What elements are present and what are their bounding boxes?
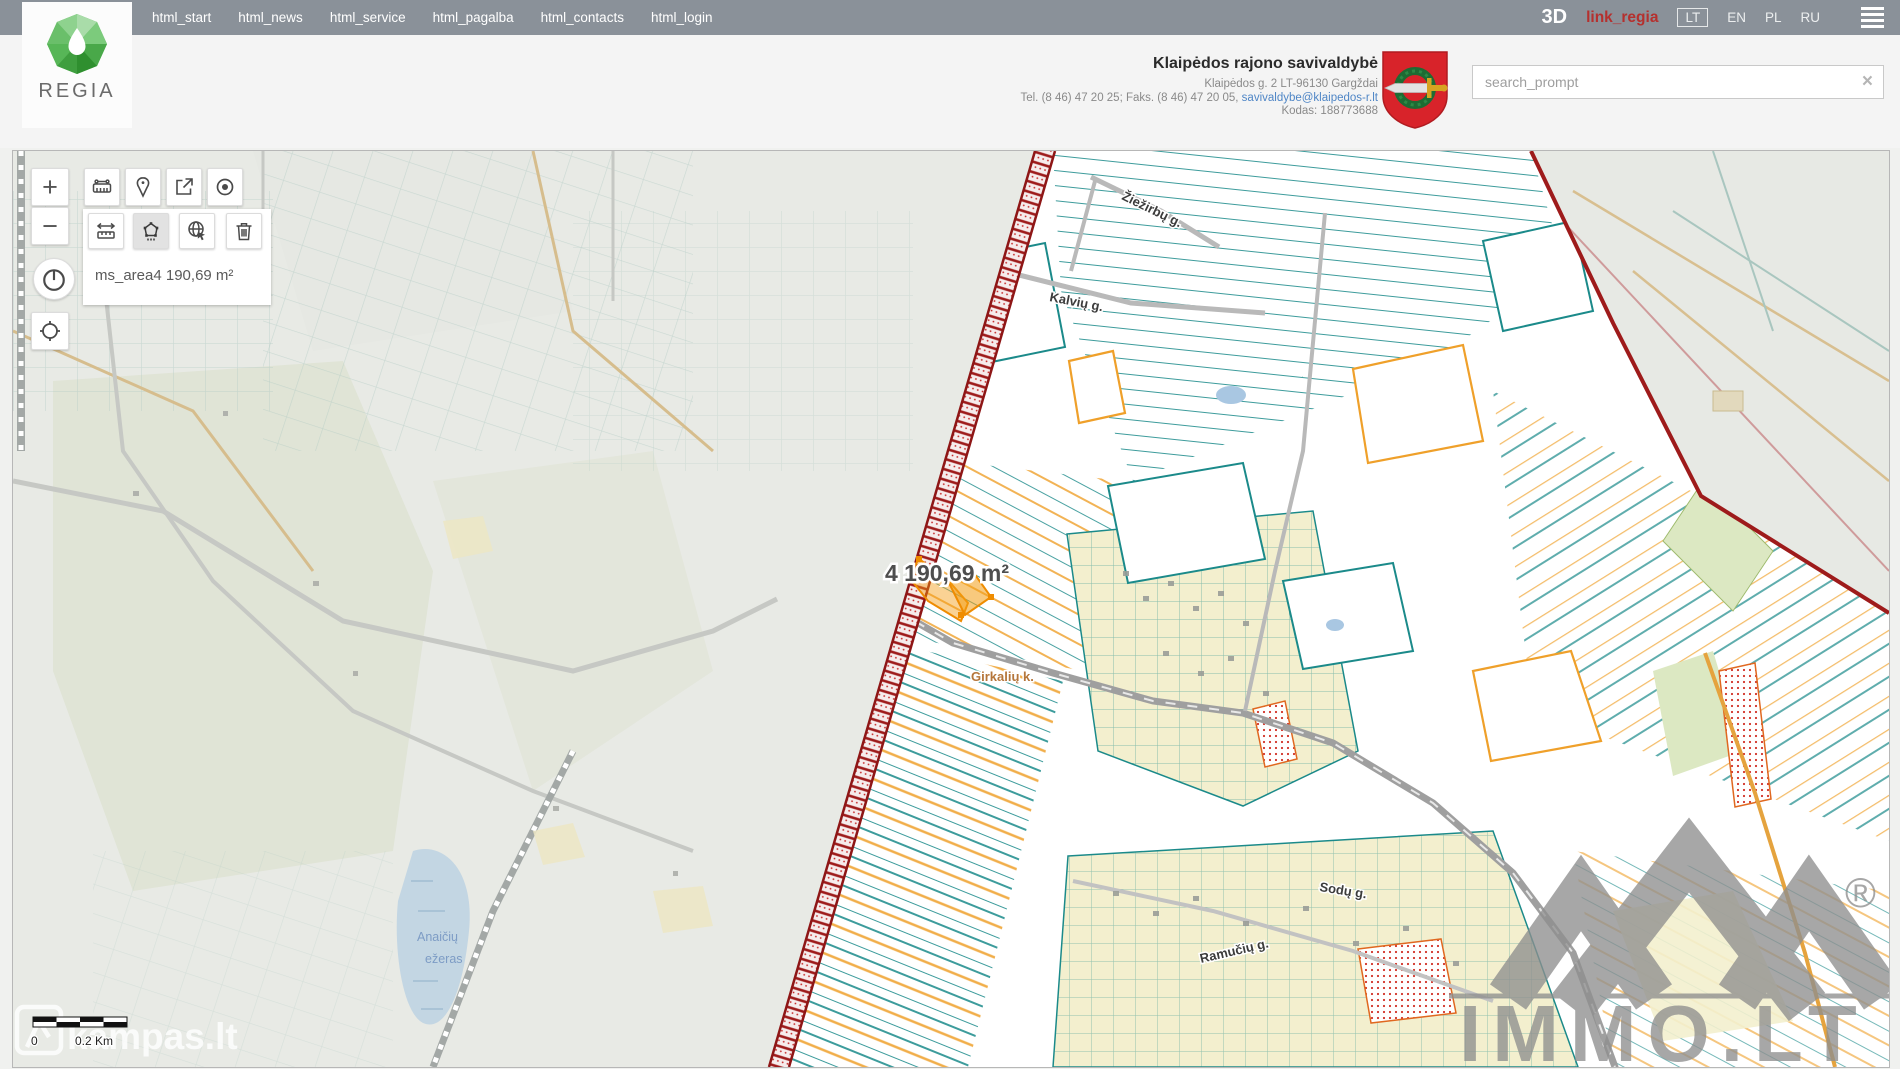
immolt-watermark-text: IMMO.LT [1459,989,1868,1067]
add-marker-button[interactable] [125,168,161,206]
map-pin-icon [131,175,155,199]
measure-tape-icon [90,175,114,199]
language-ru[interactable]: RU [1801,10,1821,25]
immolt-registered-mark: ® [1845,869,1876,916]
zoom-in-button[interactable]: + [31,168,69,206]
time-slider-button[interactable] [33,258,75,300]
nav-item-pagalba[interactable]: html_pagalba [433,10,514,25]
crosshair-icon [38,319,62,343]
nav-item-news[interactable]: html_news [238,10,303,25]
record-dot-icon [213,175,237,199]
lake-label-line2: ežeras [425,952,463,966]
hamburger-menu-icon[interactable] [1861,7,1884,28]
zoom-out-button[interactable]: − [31,207,69,245]
measurement-panel: ms_area4 190,69 m² [83,209,271,305]
locate-me-button[interactable] [31,312,69,350]
municipality-contacts: Tel. (8 46) 47 20 25; Faks. (8 46) 47 20… [1020,92,1378,106]
nav-menu: html_start html_news html_service html_p… [152,0,713,35]
trash-icon [232,219,256,243]
language-en[interactable]: EN [1727,10,1746,25]
top-navbar: html_start html_news html_service html_p… [0,0,1900,35]
pick-point-button[interactable] [207,168,243,206]
nav-item-contacts[interactable]: html_contacts [541,10,624,25]
scale-end-label: 0.2 Km [75,1034,113,1048]
clock-icon [41,266,67,292]
search-box: × [1472,65,1884,99]
map-canvas[interactable]: 4 190,69 m² Žiežirbų g. Kalvių g. Girkal… [13,151,1889,1067]
nav-item-login[interactable]: html_login [651,10,713,25]
map-viewport: 4 190,69 m² Žiežirbų g. Kalvių g. Girkal… [12,150,1890,1068]
nav-item-service[interactable]: html_service [330,10,406,25]
municipality-title: Klaipėdos rajono savivaldybė [1020,55,1378,73]
municipality-address: Klaipėdos g. 2 LT-96130 Gargždai [1020,78,1378,92]
language-lt[interactable]: LT [1677,8,1708,27]
scale-start-label: 0 [31,1034,38,1048]
area-polygon-icon [139,219,163,243]
measurement-result-text: ms_area4 190,69 m² [95,267,233,284]
municipality-code: Kodas: 188773688 [1020,105,1378,119]
search-input[interactable] [1473,66,1883,98]
globe-cursor-icon [185,219,209,243]
municipality-info: Klaipėdos rajono savivaldybė Klaipėdos g… [1020,55,1378,119]
regia-gem-icon [45,12,109,76]
brand-text: REGIA [38,80,115,103]
municipality-phone: Tel. (8 46) 47 20 25; Faks. (8 46) 47 20… [1020,92,1241,104]
view-3d-button[interactable]: 3D [1542,6,1568,29]
nav-right-group: 3D link_regia LT EN PL RU [1542,0,1885,35]
distance-ruler-icon [94,219,118,243]
regia-link[interactable]: link_regia [1586,9,1658,27]
measure-area-button[interactable] [133,213,169,249]
share-export-icon [172,175,196,199]
clear-measurements-button[interactable] [226,213,262,249]
area-measurement-label: 4 190,69 m² [885,560,1009,586]
nav-item-start[interactable]: html_start [152,10,211,25]
search-clear-icon[interactable]: × [1862,71,1873,93]
select-on-map-button[interactable] [179,213,215,249]
measure-tool-button[interactable] [84,168,120,206]
share-map-button[interactable] [166,168,202,206]
lake-label-line1: Anaičių [417,930,458,944]
language-pl[interactable]: PL [1765,10,1782,25]
measure-distance-button[interactable] [88,213,124,249]
municipality-email-link[interactable]: savivaldybe@klaipedos-r.lt [1242,92,1378,104]
regia-logo[interactable]: REGIA [22,2,132,128]
village-label-girkaliu: Girkalių k. [971,669,1034,684]
coat-of-arms [1381,50,1449,130]
